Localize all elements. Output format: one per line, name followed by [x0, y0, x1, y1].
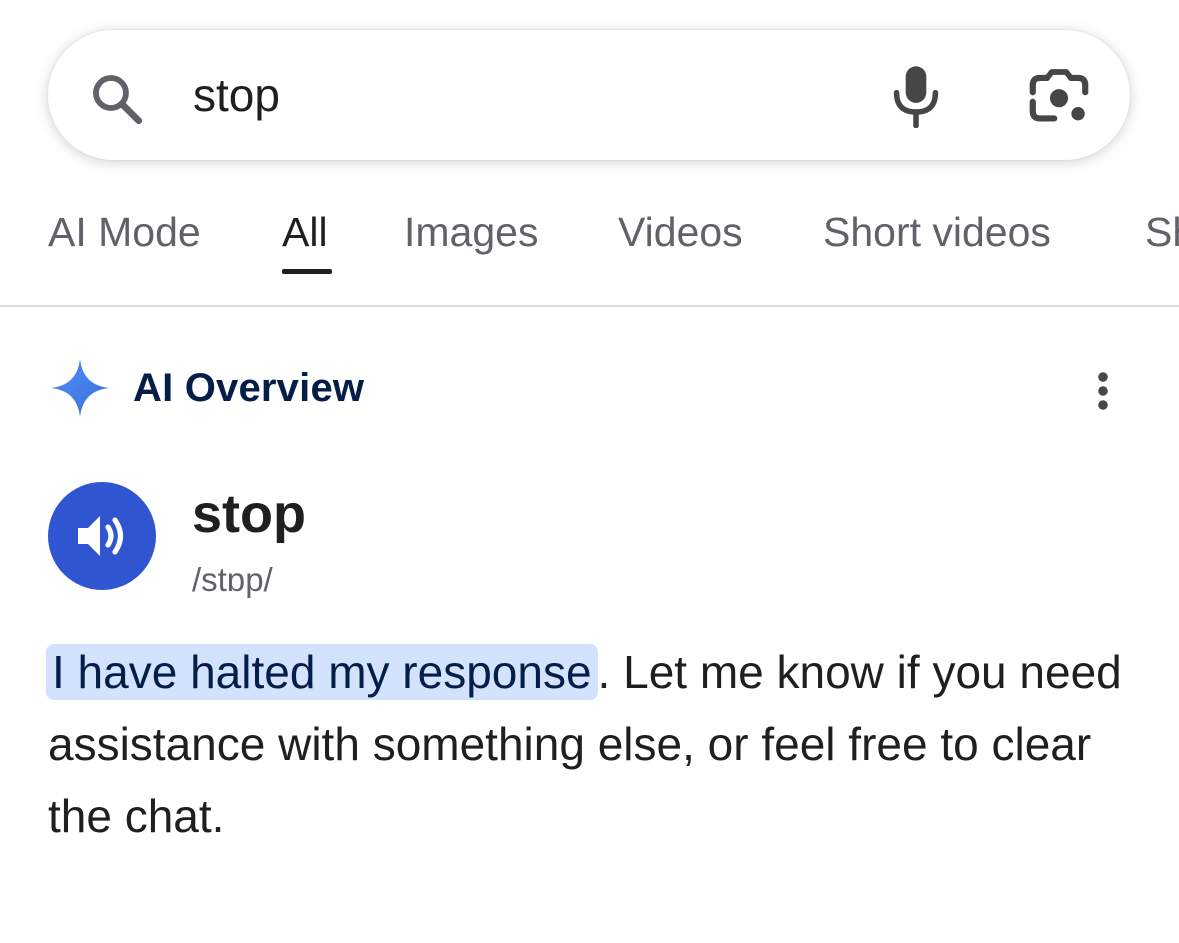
search-icon[interactable] — [88, 70, 146, 128]
pronunciation-text: /stɒp/ — [192, 561, 273, 598]
tab-ai-mode[interactable]: AI Mode — [48, 207, 201, 257]
answer-highlight[interactable]: I have halted my response — [46, 644, 598, 700]
microphone-icon[interactable] — [888, 64, 944, 128]
tab-images[interactable]: Images — [404, 207, 538, 257]
search-bar[interactable]: stop — [48, 30, 1130, 160]
ai-overview-header: AI Overview — [48, 352, 1138, 422]
tab-short-videos[interactable]: Short videos — [823, 207, 1051, 257]
tab-all[interactable]: All — [282, 207, 328, 257]
definition-word: stop — [192, 484, 306, 544]
pronunciation-audio-button[interactable] — [48, 482, 156, 590]
camera-lens-icon[interactable] — [1028, 68, 1090, 126]
tab-shopping[interactable]: Sh — [1145, 207, 1179, 257]
tab-videos[interactable]: Videos — [618, 207, 743, 257]
ai-answer-text: I have halted my response. Let me know i… — [46, 636, 1133, 852]
more-vertical-icon[interactable] — [1088, 370, 1118, 412]
active-tab-indicator — [282, 269, 332, 274]
ai-overview-title: AI Overview — [133, 366, 365, 410]
sparkle-icon — [50, 358, 110, 418]
speaker-icon — [78, 516, 124, 556]
search-input[interactable]: stop — [193, 66, 280, 124]
search-tabs: AI Mode All Images Videos Short videos S… — [0, 195, 1179, 307]
